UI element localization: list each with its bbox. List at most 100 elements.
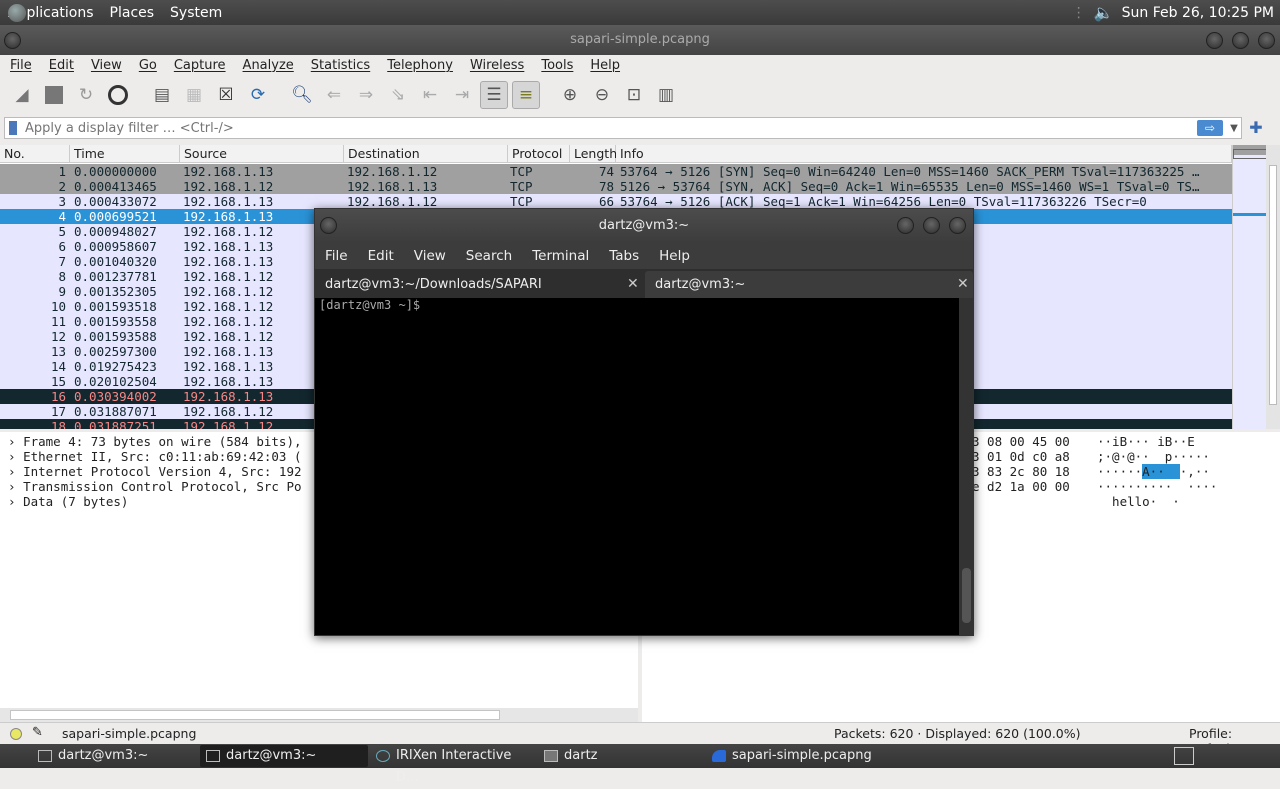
apply-filter-icon[interactable]: ⇨ <box>1197 120 1223 136</box>
expand-arrow-icon[interactable]: › <box>8 449 16 464</box>
column-header-info[interactable]: Info <box>616 145 1232 163</box>
taskbar-item-browser[interactable]: IRIXen Interactive D… <box>370 745 536 785</box>
ascii-row[interactable]: ;·@·@·· p····· <box>1097 449 1210 464</box>
volume-icon[interactable]: 🔈 <box>1094 3 1114 22</box>
save-file-icon[interactable]: ▦ <box>180 81 208 109</box>
terminal-tab-home[interactable]: dartz@vm3:~ ✕ <box>645 271 973 298</box>
restart-capture-icon[interactable]: ↻ <box>72 81 100 109</box>
filter-bookmark-icon[interactable] <box>9 121 17 135</box>
column-header-source[interactable]: Source <box>180 145 344 163</box>
menu-file[interactable]: File <box>0 58 39 73</box>
expert-info-led-icon[interactable] <box>10 728 22 740</box>
panel-menu-system[interactable]: System <box>162 5 230 21</box>
ascii-row[interactable]: ·········· ···· <box>1097 479 1217 494</box>
terminal-menu-terminal[interactable]: Terminal <box>522 248 599 264</box>
terminal-close-button[interactable] <box>949 217 966 234</box>
taskbar-item-wireshark[interactable]: sapari-simple.pcapng <box>706 745 906 767</box>
go-forward-icon[interactable]: ⇒ <box>352 81 380 109</box>
packet-list-scrollbar[interactable] <box>1266 145 1280 429</box>
packet-minimap[interactable] <box>1232 145 1267 429</box>
column-header-protocol[interactable]: Protocol <box>508 145 570 163</box>
terminal-menu-tabs[interactable]: Tabs <box>599 248 649 264</box>
menu-wireless[interactable]: Wireless <box>460 58 531 73</box>
menu-analyze[interactable]: Analyze <box>233 58 301 73</box>
terminal-menu-view[interactable]: View <box>404 248 456 264</box>
panel-clock[interactable]: Sun Feb 26, 10:25 PM <box>1122 5 1274 21</box>
last-packet-icon[interactable]: ⇥ <box>448 81 476 109</box>
tab-close-icon[interactable]: ✕ <box>627 271 639 298</box>
terminal-window-menu-button[interactable] <box>320 217 337 234</box>
zoom-out-icon[interactable]: ⊖ <box>588 81 616 109</box>
menu-go[interactable]: Go <box>129 58 164 73</box>
hex-row[interactable]: 3 08 00 45 00 <box>972 434 1070 449</box>
packet-row[interactable]: 1 0.000000000 192.168.1.13 192.168.1.12 TCP 7… <box>0 164 1232 179</box>
stop-capture-icon[interactable] <box>40 81 68 109</box>
taskbar-item-terminal-1[interactable]: dartz@vm3:~ <box>32 745 198 767</box>
terminal-menu-file[interactable]: File <box>315 248 358 264</box>
ascii-row[interactable]: ··iB··· iB··E <box>1097 434 1195 449</box>
menu-view[interactable]: View <box>81 58 129 73</box>
shark-fin-start-icon[interactable]: ◢ <box>8 81 36 109</box>
close-button[interactable] <box>1258 32 1275 49</box>
terminal-menu-help[interactable]: Help <box>649 248 700 264</box>
close-file-icon[interactable]: ☒ <box>212 81 240 109</box>
tab-close-icon[interactable]: ✕ <box>957 271 969 298</box>
minimize-button[interactable] <box>1206 32 1223 49</box>
column-header-time[interactable]: Time <box>70 145 180 163</box>
expand-arrow-icon[interactable]: › <box>8 494 16 509</box>
hex-row[interactable]: 3 83 2c 80 18 <box>972 464 1070 479</box>
display-filter-input[interactable] <box>25 120 1197 136</box>
ascii-row[interactable]: ······A·· ·,·· <box>1097 464 1210 479</box>
ascii-row[interactable]: hello· · <box>1097 494 1180 509</box>
go-back-icon[interactable]: ⇐ <box>320 81 348 109</box>
window-menu-button[interactable] <box>4 32 21 49</box>
menu-statistics[interactable]: Statistics <box>301 58 377 73</box>
detail-row-ethernet[interactable]: › Ethernet II, Src: c0:11:ab:69:42:03 ( <box>8 449 302 464</box>
go-to-packet-icon[interactable]: ⇘ <box>384 81 412 109</box>
expand-arrow-icon[interactable]: › <box>8 434 16 449</box>
packet-row[interactable]: 2 0.000413465 192.168.1.12 192.168.1.13 TCP 7… <box>0 179 1232 194</box>
normal-size-icon[interactable]: ⊡ <box>620 81 648 109</box>
filter-dropdown-icon[interactable]: ▼ <box>1227 123 1241 134</box>
menu-help[interactable]: Help <box>580 58 627 73</box>
terminal-menu-edit[interactable]: Edit <box>358 248 404 264</box>
detail-row-frame[interactable]: › Frame 4: 73 bytes on wire (584 bits), <box>8 434 302 449</box>
hex-row[interactable]: 3 01 0d c0 a8 <box>972 449 1070 464</box>
taskbar-item-terminal-2[interactable]: dartz@vm3:~ <box>200 745 368 767</box>
details-h-scrollbar[interactable] <box>0 708 638 722</box>
detail-row-tcp[interactable]: › Transmission Control Protocol, Src Po <box>8 479 302 494</box>
hex-row[interactable]: e d2 1a 00 00 <box>972 479 1070 494</box>
column-header-no[interactable]: No. <box>0 145 70 163</box>
open-file-icon[interactable]: ▤ <box>148 81 176 109</box>
autoscroll-icon[interactable]: ☰ <box>480 81 508 109</box>
add-filter-button-icon[interactable]: ✚ <box>1246 118 1266 138</box>
panel-menu-places[interactable]: Places <box>102 5 163 21</box>
terminal-tab-downloads[interactable]: dartz@vm3:~/Downloads/SAPARI ✕ <box>315 271 643 298</box>
terminal-menu-search[interactable]: Search <box>456 248 522 264</box>
capture-options-icon[interactable] <box>104 81 132 109</box>
colorize-icon[interactable]: ≡ <box>512 81 540 109</box>
detail-row-data[interactable]: › Data (7 bytes) <box>8 494 128 509</box>
menu-edit[interactable]: Edit <box>39 58 81 73</box>
expand-arrow-icon[interactable]: › <box>8 479 16 494</box>
column-header-destination[interactable]: Destination <box>344 145 508 163</box>
terminal-scrollbar[interactable] <box>959 298 973 635</box>
column-header-length[interactable]: Length <box>570 145 617 163</box>
capture-comment-icon[interactable]: ✎ <box>32 725 43 740</box>
menu-capture[interactable]: Capture <box>164 58 233 73</box>
find-packet-icon[interactable]: 🔍︎ <box>288 81 316 109</box>
menu-tools[interactable]: Tools <box>531 58 580 73</box>
zoom-in-icon[interactable]: ⊕ <box>556 81 584 109</box>
resize-columns-icon[interactable]: ▥ <box>652 81 680 109</box>
reload-file-icon[interactable]: ⟳ <box>244 81 272 109</box>
taskbar-item-folder[interactable]: dartz <box>538 745 704 767</box>
menu-telephony[interactable]: Telephony <box>377 58 460 73</box>
show-desktop-icon[interactable] <box>1174 747 1194 765</box>
maximize-button[interactable] <box>1232 32 1249 49</box>
detail-row-ip[interactable]: › Internet Protocol Version 4, Src: 192 <box>8 464 302 479</box>
expand-arrow-icon[interactable]: › <box>8 464 16 479</box>
terminal-maximize-button[interactable] <box>923 217 940 234</box>
terminal-body[interactable]: [dartz@vm3 ~]$ <box>315 298 959 635</box>
first-packet-icon[interactable]: ⇤ <box>416 81 444 109</box>
terminal-minimize-button[interactable] <box>897 217 914 234</box>
